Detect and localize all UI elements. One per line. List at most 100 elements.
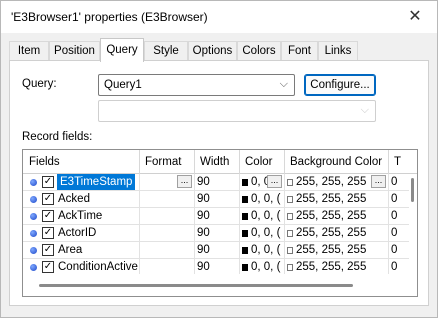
field-checkbox[interactable]: ✓ xyxy=(42,261,54,273)
format-cell[interactable] xyxy=(140,225,195,242)
field-cell[interactable]: ✓ E3TimeStamp xyxy=(23,174,140,191)
tab-query[interactable]: Query xyxy=(100,38,144,62)
table-row[interactable]: ✓ AckTime 90 0, 0, ( 255, 255, 255 0 xyxy=(23,208,409,225)
field-checkbox[interactable]: ✓ xyxy=(42,176,54,188)
format-ellipsis-button[interactable]: ... xyxy=(177,175,192,188)
field-name: Area xyxy=(58,244,83,256)
table-row[interactable]: ✓ ActorID 90 0, 0, ( 255, 255, 255 0 xyxy=(23,225,409,242)
query-tab-panel: Query: Query1 ⌵ Configure... ⌵ Record fi… xyxy=(9,60,429,306)
table-row[interactable]: ✓ E3TimeStamp... 90 0, 0, (... 255, 255, 255… xyxy=(23,174,409,191)
background-swatch xyxy=(287,230,293,237)
background-swatch xyxy=(287,196,293,203)
tab-links[interactable]: Links xyxy=(318,41,358,61)
query-select-value: Query1 xyxy=(104,79,142,91)
field-cell[interactable]: ✓ AckTime xyxy=(23,208,140,225)
width-cell[interactable]: 90 xyxy=(195,191,240,208)
color-swatch xyxy=(242,247,248,254)
grid-header: Fields Format Width Color Background Col… xyxy=(23,150,417,174)
column-header-color[interactable]: Color xyxy=(240,150,285,174)
tab-style[interactable]: Style xyxy=(144,41,188,61)
background-color-cell[interactable]: 255, 255, 255... xyxy=(285,174,389,191)
color-ellipsis-button[interactable]: ... xyxy=(267,175,282,188)
color-value: 0, 0, ( xyxy=(251,227,281,239)
query-select[interactable]: Query1 ⌵ xyxy=(98,74,295,96)
close-button[interactable]: ✕ xyxy=(401,5,429,29)
column-header-format[interactable]: Format xyxy=(140,150,195,174)
format-cell[interactable]: ... xyxy=(140,174,195,191)
record-bullet-icon xyxy=(30,230,37,237)
background-color-cell[interactable]: 255, 255, 255 xyxy=(285,242,389,259)
width-cell[interactable]: 90 xyxy=(195,174,240,191)
column-header-background-color[interactable]: Background Color xyxy=(285,150,389,174)
tab-font[interactable]: Font xyxy=(281,41,318,61)
t-cell[interactable]: 0 xyxy=(389,208,409,225)
window-title: 'E3Browser1' properties (E3Browser) xyxy=(11,10,208,24)
secondary-select[interactable]: ⌵ xyxy=(98,100,376,122)
background-swatch xyxy=(287,247,293,254)
column-header-fields[interactable]: Fields xyxy=(23,150,140,174)
configure-button[interactable]: Configure... xyxy=(304,74,376,96)
tab-options[interactable]: Options xyxy=(188,41,237,61)
t-cell[interactable]: 0 xyxy=(389,225,409,242)
width-cell[interactable]: 90 xyxy=(195,225,240,242)
background-color-cell[interactable]: 255, 255, 255 xyxy=(285,191,389,208)
column-header-width[interactable]: Width xyxy=(195,150,240,174)
vertical-scroll-thumb[interactable] xyxy=(411,178,414,202)
color-value: 0, 0, ( xyxy=(251,261,281,273)
format-cell[interactable] xyxy=(140,191,195,208)
record-fields-label: Record fields: xyxy=(22,131,93,143)
color-value: 0, 0, ( xyxy=(251,210,281,222)
color-cell[interactable]: 0, 0, ( xyxy=(240,225,285,242)
chevron-down-icon: ⌵ xyxy=(279,78,288,90)
color-swatch xyxy=(242,213,248,220)
background-ellipsis-button[interactable]: ... xyxy=(371,175,386,188)
field-cell[interactable]: ✓ Acked xyxy=(23,191,140,208)
tab-colors[interactable]: Colors xyxy=(237,41,281,61)
record-bullet-icon xyxy=(30,196,37,203)
format-cell[interactable] xyxy=(140,208,195,225)
width-cell[interactable]: 90 xyxy=(195,242,240,259)
color-cell[interactable]: 0, 0, (... xyxy=(240,174,285,191)
table-row[interactable]: ✓ Area 90 0, 0, (255, 255, 255 0 xyxy=(23,242,409,259)
table-row[interactable]: ✓ Acked 90 0, 0, ( 255, 255, 255 0 xyxy=(23,191,409,208)
color-cell[interactable]: 0, 0, ( xyxy=(240,191,285,208)
field-checkbox[interactable]: ✓ xyxy=(42,210,54,222)
tab-strip: Item Position Query Style Options Colors… xyxy=(9,38,429,62)
color-value: 0, 0, ( xyxy=(251,193,281,205)
color-cell[interactable]: 0, 0, ( xyxy=(240,242,285,259)
background-color-cell[interactable]: 255, 255, 255 xyxy=(285,208,389,225)
tab-position[interactable]: Position xyxy=(49,41,100,61)
background-color-cell[interactable]: 255, 255, 255 xyxy=(285,225,389,242)
field-name: ActorID xyxy=(58,227,97,239)
record-bullet-icon xyxy=(30,264,37,271)
background-color-value: 255, 255, 255 xyxy=(296,261,367,273)
t-cell[interactable]: 0 xyxy=(389,174,409,191)
field-checkbox[interactable]: ✓ xyxy=(42,193,54,205)
field-checkbox[interactable]: ✓ xyxy=(42,227,54,239)
horizontal-scroll-thumb[interactable] xyxy=(39,284,353,287)
t-cell[interactable]: 0 xyxy=(389,242,409,259)
field-cell[interactable]: ✓ ActorID xyxy=(23,225,140,242)
properties-dialog: 'E3Browser1' properties (E3Browser) ✕ It… xyxy=(0,0,438,318)
query-label: Query: xyxy=(22,78,57,90)
record-fields-grid[interactable]: Fields Format Width Color Background Col… xyxy=(22,149,418,297)
record-bullet-icon xyxy=(30,247,37,254)
color-swatch xyxy=(242,230,248,237)
t-cell[interactable]: 0 xyxy=(389,191,409,208)
color-swatch xyxy=(242,196,248,203)
record-bullet-icon xyxy=(30,179,37,186)
horizontal-scrollbar[interactable] xyxy=(23,274,417,296)
background-swatch xyxy=(287,264,293,271)
format-cell[interactable] xyxy=(140,242,195,259)
color-cell[interactable]: 0, 0, ( xyxy=(240,208,285,225)
tab-item[interactable]: Item xyxy=(9,41,49,61)
background-swatch xyxy=(287,179,293,186)
title-bar: 'E3Browser1' properties (E3Browser) ✕ xyxy=(1,1,437,33)
column-header-t[interactable]: T xyxy=(389,150,417,174)
field-checkbox[interactable]: ✓ xyxy=(42,244,54,256)
background-swatch xyxy=(287,213,293,220)
field-cell[interactable]: ✓ Area xyxy=(23,242,140,259)
vertical-scrollbar[interactable] xyxy=(409,174,417,270)
width-cell[interactable]: 90 xyxy=(195,208,240,225)
chevron-down-icon: ⌵ xyxy=(360,104,369,116)
